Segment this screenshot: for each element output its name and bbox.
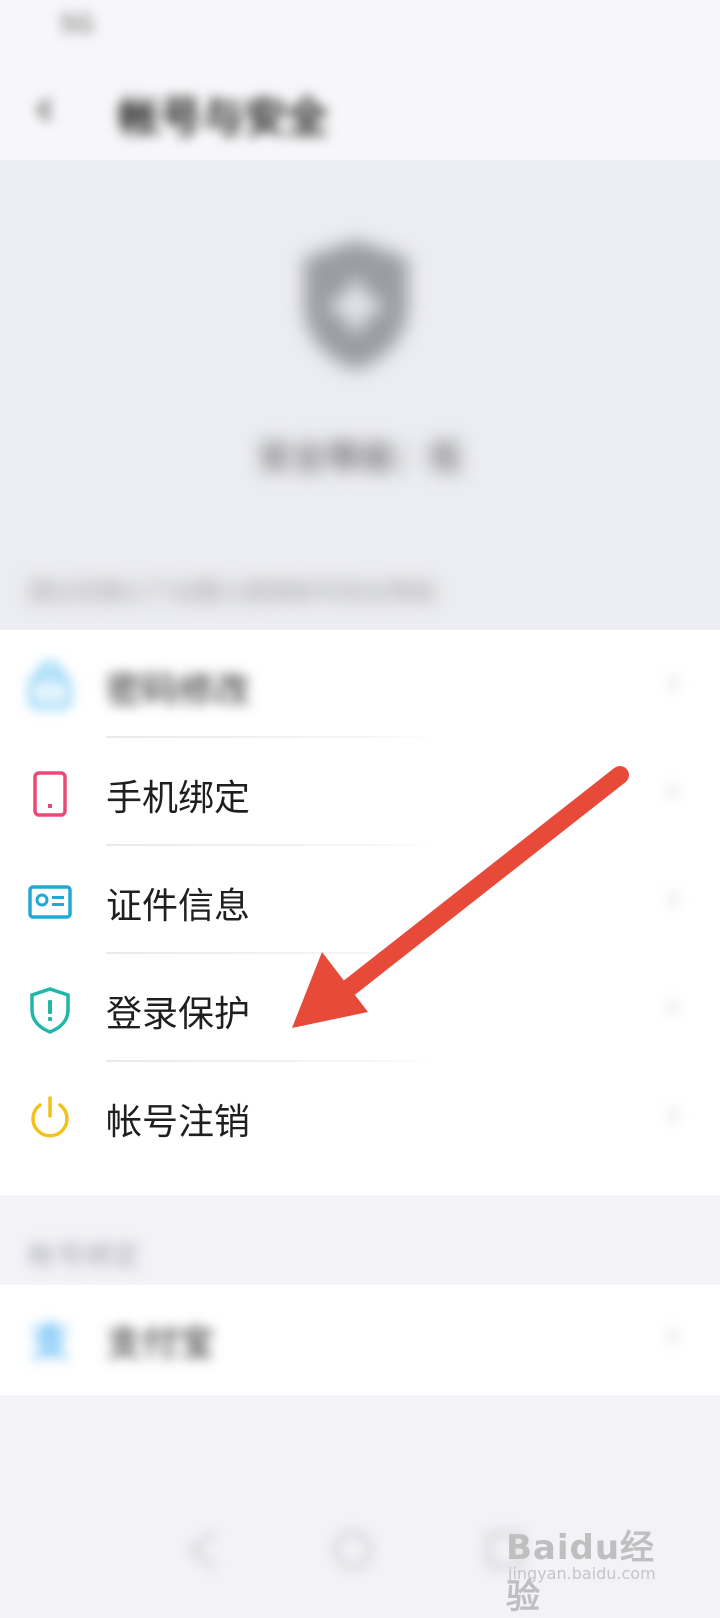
shield-exclamation-icon [26, 986, 74, 1034]
watermark: Baidu经验 jingyan.baidu.com [506, 1514, 686, 1617]
status-left: 5G [60, 10, 94, 38]
back-arrow-icon[interactable]: ‹ [34, 82, 55, 134]
alipay-icon: 支 [26, 1315, 74, 1365]
security-hero: 安全等级：低 建议完善以下设置以提高帐号安全等级 [0, 160, 720, 630]
security-level-text: 安全等级：低 [258, 438, 462, 478]
list-item-label: 证件信息 [106, 886, 251, 927]
list-item-label: 帐号注销 [106, 1102, 251, 1143]
list-item-label: 支付宝 [106, 1323, 215, 1364]
divider [106, 844, 436, 846]
watermark-subtext: jingyan.baidu.com [508, 1564, 656, 1583]
divider [106, 736, 436, 738]
chevron-right-icon: › [666, 986, 680, 1026]
status-bar: 5G [0, 0, 720, 56]
chevron-right-icon: › [666, 1315, 680, 1355]
id-card-icon [26, 878, 74, 926]
chevron-right-icon: › [666, 1094, 680, 1134]
divider [106, 1060, 436, 1062]
page-title: 帐号与安全 [118, 93, 329, 142]
list-item-account-cancel[interactable]: 帐号注销 › [0, 1064, 720, 1172]
list-item-password[interactable]: 密码修改 › [0, 632, 720, 740]
svg-text:支: 支 [30, 1319, 70, 1363]
chevron-right-icon: › [666, 878, 680, 918]
list-item-label: 手机绑定 [106, 778, 251, 819]
list-item-id-info[interactable]: 证件信息 › [0, 848, 720, 956]
list-item-phone[interactable]: 手机绑定 › [0, 740, 720, 848]
app-header: ‹ 帐号与安全 [0, 56, 720, 160]
nav-back-icon[interactable] [182, 1527, 228, 1573]
phone-icon [26, 770, 74, 818]
list-item-label: 登录保护 [106, 994, 251, 1035]
chevron-right-icon: › [666, 770, 680, 810]
lock-icon [26, 662, 74, 710]
settings-list: 密码修改 › 手机绑定 › 证件信息 › 登录保护 › 帐号注销 › [0, 630, 720, 1195]
nav-home-icon[interactable] [330, 1527, 376, 1573]
section-title: 帐号绑定 [28, 1239, 141, 1272]
chevron-right-icon: › [666, 662, 680, 702]
security-tip-text: 建议完善以下设置以提高帐号安全等级 [28, 578, 436, 606]
list-item-alipay[interactable]: 支 支付宝 › [0, 1285, 720, 1393]
divider [106, 952, 436, 954]
power-icon [26, 1094, 74, 1142]
shield-icon [296, 234, 416, 374]
list-item-label: 密码修改 [106, 670, 251, 711]
list-item-login-protection[interactable]: 登录保护 › [0, 956, 720, 1064]
bind-list: 支 支付宝 › [0, 1285, 720, 1395]
